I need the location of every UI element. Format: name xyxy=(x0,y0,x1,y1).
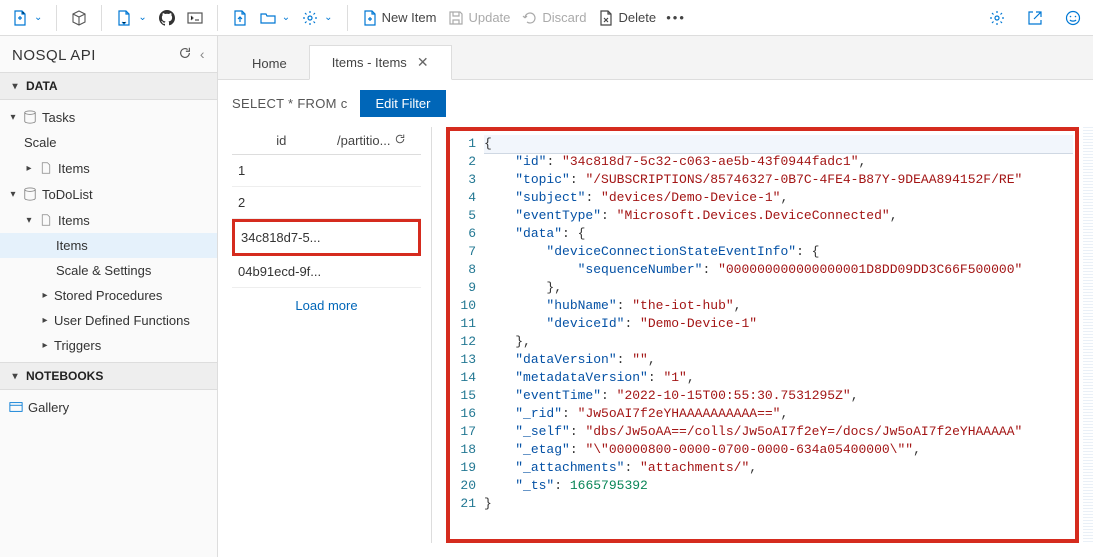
tree-item-todolist[interactable]: ▾ ToDoList xyxy=(0,181,217,207)
undo-icon xyxy=(522,10,538,26)
chevron-down-icon: ▾ xyxy=(24,215,34,226)
open-button[interactable]: ⌄ xyxy=(254,6,296,30)
section-notebooks[interactable]: ▾ NOTEBOOKS xyxy=(0,362,217,390)
tree-item-tdl-items[interactable]: Items xyxy=(0,233,217,258)
tree-item-tasks-items[interactable]: ▸ Items xyxy=(0,155,217,181)
chevron-down-icon: ▾ xyxy=(10,81,20,92)
document-plus-icon xyxy=(12,10,28,26)
tab-items[interactable]: Items - Items ✕ xyxy=(309,45,452,80)
chevron-down-icon: ⌄ xyxy=(138,12,146,23)
tree-item-tdl-stored-procedures[interactable]: ▸ Stored Procedures xyxy=(0,283,217,308)
external-link-icon xyxy=(1027,10,1043,26)
item-list: id /partitio... 1 2 34c818d7-5... 04b91e… xyxy=(232,127,432,543)
document-up-icon xyxy=(232,10,248,26)
item-row[interactable]: 34c818d7-5... xyxy=(232,219,421,256)
new-item-label: New Item xyxy=(382,10,437,25)
document-icon xyxy=(38,160,54,176)
update-button[interactable]: Update xyxy=(442,6,516,30)
delete-button[interactable]: Delete xyxy=(592,6,662,30)
filter-row: SELECT * FROM c Edit Filter xyxy=(218,80,1093,127)
tree-item-tasks[interactable]: ▾ Tasks xyxy=(0,104,217,130)
document-arrow-icon xyxy=(116,10,132,26)
terminal-icon xyxy=(187,10,203,26)
chevron-down-icon: ⌄ xyxy=(324,12,332,23)
discard-label: Discard xyxy=(542,10,586,25)
settings-dropdown-button[interactable]: ⌄ xyxy=(296,6,338,30)
load-more-button[interactable]: Load more xyxy=(232,288,421,323)
tree-item-tdl-items-container[interactable]: ▾ Items xyxy=(0,207,217,233)
chevron-down-icon: ⌄ xyxy=(282,12,290,23)
ellipsis-icon: ••• xyxy=(668,10,684,26)
new-item-icon xyxy=(362,10,378,26)
item-row[interactable]: 1 xyxy=(232,155,421,187)
gallery-icon xyxy=(8,399,24,415)
tree-item-gallery[interactable]: Gallery xyxy=(0,394,217,420)
section-data[interactable]: ▾ DATA xyxy=(0,72,217,100)
sidebar: NOSQL API ‹ ▾ DATA ▾ Tasks Scale xyxy=(0,36,218,557)
database-icon xyxy=(22,109,38,125)
discard-button[interactable]: Discard xyxy=(516,6,592,30)
feedback-button[interactable] xyxy=(1059,6,1087,30)
tree-item-tdl-triggers[interactable]: ▸ Triggers xyxy=(0,333,217,358)
github-button[interactable] xyxy=(153,6,181,30)
chevron-down-icon: ▾ xyxy=(8,112,18,123)
minimap[interactable] xyxy=(1083,127,1093,543)
more-button[interactable]: ••• xyxy=(662,6,690,30)
gear-icon xyxy=(989,10,1005,26)
sidebar-title: NOSQL API xyxy=(12,47,96,64)
refresh-icon[interactable] xyxy=(178,46,192,64)
tab-home[interactable]: Home xyxy=(230,48,309,79)
delete-label: Delete xyxy=(618,10,656,25)
document-icon xyxy=(38,212,54,228)
item-row[interactable]: 04b91ecd-9f... xyxy=(232,256,421,288)
chevron-right-icon: ▸ xyxy=(40,290,50,301)
chevron-right-icon: ▸ xyxy=(24,163,34,174)
github-icon xyxy=(159,10,175,26)
settings-button[interactable] xyxy=(983,6,1011,30)
external-link-button[interactable] xyxy=(1021,6,1049,30)
line-number-gutter: 123456789101112131415161718192021 xyxy=(452,135,484,535)
chevron-right-icon: ▸ xyxy=(40,315,50,326)
chevron-down-icon: ▾ xyxy=(10,371,20,382)
new-sql-query-button[interactable]: ⌄ xyxy=(6,6,48,30)
content-area: Home Items - Items ✕ SELECT * FROM c Edi… xyxy=(218,36,1093,557)
edit-filter-button[interactable]: Edit Filter xyxy=(360,90,447,117)
tree-item-tdl-udf[interactable]: ▸ User Defined Functions xyxy=(0,308,217,333)
gear-icon xyxy=(302,10,318,26)
tree-item-tasks-scale[interactable]: Scale xyxy=(0,130,217,155)
collapse-sidebar-icon[interactable]: ‹ xyxy=(200,46,205,64)
refresh-icon[interactable] xyxy=(394,133,406,148)
terminal-button[interactable] xyxy=(181,6,209,30)
cube-icon xyxy=(71,10,87,26)
filter-query-text: SELECT * FROM c xyxy=(232,96,348,111)
delete-icon xyxy=(598,10,614,26)
database-icon xyxy=(22,186,38,202)
top-toolbar: ⌄ ⌄ xyxy=(0,0,1093,36)
chevron-right-icon: ▸ xyxy=(40,340,50,351)
item-row[interactable]: 2 xyxy=(232,187,421,219)
json-editor[interactable]: 123456789101112131415161718192021 { "id"… xyxy=(446,127,1079,543)
tree-item-tdl-scale-settings[interactable]: Scale & Settings xyxy=(0,258,217,283)
column-header-id[interactable]: id xyxy=(236,133,327,148)
save-icon xyxy=(448,10,464,26)
chevron-down-icon: ⌄ xyxy=(34,12,42,23)
update-label: Update xyxy=(468,10,510,25)
upload-button[interactable] xyxy=(226,6,254,30)
code-body[interactable]: { "id": "34c818d7-5c32-c063-ae5b-43f0944… xyxy=(484,135,1073,535)
folder-open-icon xyxy=(260,10,276,26)
chevron-down-icon: ▾ xyxy=(8,189,18,200)
script-button[interactable]: ⌄ xyxy=(110,6,152,30)
tabbar: Home Items - Items ✕ xyxy=(218,36,1093,80)
cube-button[interactable] xyxy=(65,6,93,30)
new-item-button[interactable]: New Item xyxy=(356,6,443,30)
column-header-partitionkey[interactable]: /partitio... xyxy=(327,133,418,148)
smile-icon xyxy=(1065,10,1081,26)
close-icon[interactable]: ✕ xyxy=(417,54,429,71)
